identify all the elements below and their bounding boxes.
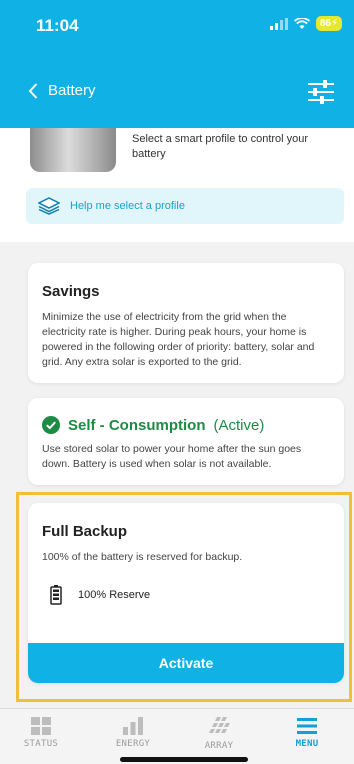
check-circle-icon <box>42 416 60 434</box>
tab-menu-label: MENU <box>295 739 319 749</box>
self-consumption-profile-card[interactable]: Self - Consumption (Active) Use stored s… <box>28 398 344 485</box>
reserve-value: 100% Reserve <box>78 589 151 601</box>
filter-settings-icon[interactable] <box>308 80 334 104</box>
menu-icon <box>297 718 317 734</box>
tab-status[interactable]: STATUS <box>11 717 71 749</box>
tab-status-label: STATUS <box>23 739 59 749</box>
cellular-signal-icon <box>269 17 288 30</box>
solar-array-icon <box>209 717 230 733</box>
nav-bar: Battery <box>0 76 354 116</box>
page-title: Battery <box>48 82 96 99</box>
battery-level-text: 86 <box>319 18 331 29</box>
status-icons: 86⚡ <box>269 16 342 31</box>
savings-description: Minimize the use of electricity from the… <box>42 311 315 368</box>
battery-full-icon <box>50 585 62 605</box>
self-consumption-title: Self - Consumption <box>68 416 206 434</box>
activate-button[interactable]: Activate <box>28 643 344 683</box>
help-select-profile-button[interactable]: Help me select a profile <box>26 188 344 224</box>
tab-energy[interactable]: ENERGY <box>103 717 163 749</box>
profile-header-description: Select a smart profile to control your b… <box>132 133 309 160</box>
savings-title: Savings <box>42 283 100 300</box>
home-indicator <box>120 757 248 762</box>
layers-icon <box>38 197 60 215</box>
chevron-left-icon <box>28 82 38 99</box>
tab-menu[interactable]: MENU <box>277 717 337 749</box>
status-bar: 11:04 86⚡ <box>0 0 354 54</box>
battery-level-badge: 86⚡ <box>315 16 342 31</box>
full-backup-description: 100% of the battery is reserved for back… <box>42 551 243 563</box>
status-time: 11:04 <box>36 16 79 35</box>
self-consumption-description: Use stored solar to power your home afte… <box>42 443 302 470</box>
help-select-profile-label: Help me select a profile <box>70 200 185 212</box>
app-header: 11:04 86⚡ Battery <box>0 0 354 128</box>
tab-array-label: ARRAY <box>204 741 234 751</box>
grid-icon <box>31 717 51 735</box>
bar-chart-icon <box>123 717 143 735</box>
bottom-tab-bar: STATUS ENERGY ARRAY MENU <box>0 708 354 764</box>
full-backup-profile-card[interactable]: Full Backup 100% of the battery is reser… <box>28 503 344 683</box>
back-button[interactable]: Battery <box>28 82 96 99</box>
tab-energy-label: ENERGY <box>115 739 151 749</box>
full-backup-title: Full Backup <box>42 523 128 540</box>
savings-profile-card[interactable]: Savings Minimize the use of electricity … <box>28 263 344 383</box>
battery-device-image <box>30 124 116 172</box>
tab-array[interactable]: ARRAY <box>189 717 249 751</box>
self-consumption-active-status: (Active) <box>213 416 265 434</box>
wifi-icon <box>293 17 310 29</box>
self-consumption-title-row: Self - Consumption (Active) <box>42 416 330 434</box>
reserve-row: 100% Reserve <box>50 585 330 605</box>
profile-header-section: Select a smart profile to control your b… <box>0 124 354 242</box>
